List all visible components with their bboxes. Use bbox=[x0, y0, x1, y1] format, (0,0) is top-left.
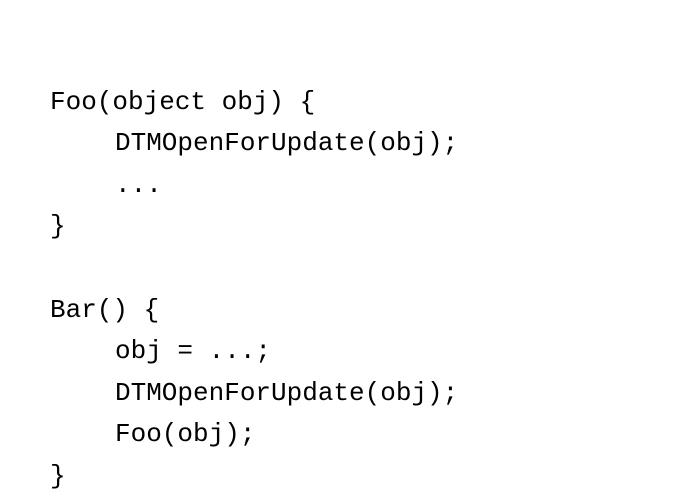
foo-close: } bbox=[50, 211, 66, 241]
bar-close: } bbox=[50, 461, 66, 491]
bar-body-line-1: obj = ...; bbox=[115, 336, 271, 366]
foo-signature: Foo(object obj) { bbox=[50, 87, 315, 117]
code-snippet: Foo(object obj) { DTMOpenForUpdate(obj);… bbox=[50, 40, 637, 498]
foo-body-line-1: DTMOpenForUpdate(obj); bbox=[115, 128, 458, 158]
bar-body-line-2: DTMOpenForUpdate(obj); bbox=[115, 378, 458, 408]
bar-body-line-3: Foo(obj); bbox=[115, 419, 255, 449]
bar-signature: Bar() { bbox=[50, 295, 159, 325]
foo-body-line-2: ... bbox=[115, 170, 162, 200]
